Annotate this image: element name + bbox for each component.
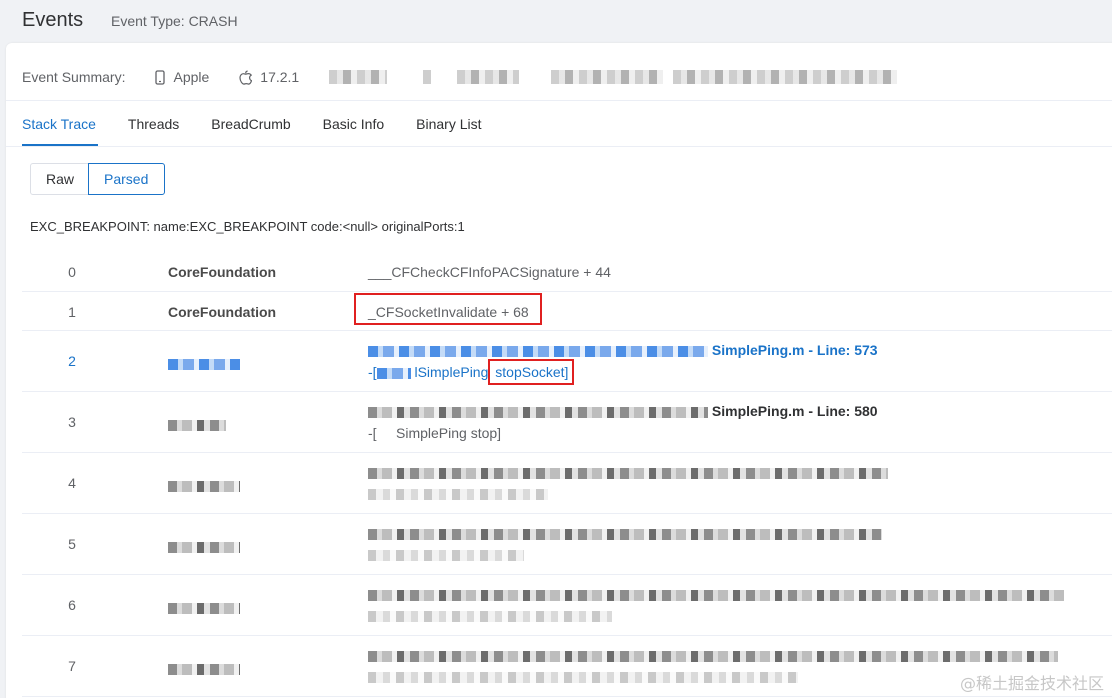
frame-library (168, 660, 240, 676)
view-toggle: Raw Parsed (30, 163, 165, 195)
table-row: 0 CoreFoundation ___CFCheckCFInfoPACSign… (22, 252, 1112, 292)
frame-library: CoreFoundation (168, 304, 277, 320)
device-info: Apple (155, 69, 209, 85)
frame-file-line[interactable]: SimplePing.m - Line: 573 (712, 342, 878, 358)
frame-library (168, 477, 240, 493)
frame-library: CoreFoundation (168, 264, 277, 280)
tab-divider (6, 146, 1112, 147)
frame-library (168, 416, 226, 432)
frame-symbol: ___CFCheckCFInfoPACSignature + 44 (368, 264, 611, 280)
device-name: Apple (173, 69, 210, 85)
exception-summary: EXC_BREAKPOINT: name:EXC_BREAKPOINT code… (30, 219, 465, 234)
frame-file-line: SimplePing.m - Line: 580 (711, 403, 878, 419)
frame-index: 5 (68, 536, 76, 552)
redacted-value (368, 549, 524, 561)
tab-basic-info[interactable]: Basic Info (323, 116, 384, 146)
highlight-box (488, 359, 574, 385)
table-row: 4 (22, 453, 1112, 514)
frame-method (368, 668, 798, 684)
method-class: lSimplePing (414, 364, 489, 380)
table-row: 5 (22, 514, 1112, 575)
phone-icon (155, 69, 166, 85)
stack-trace-table: 0 CoreFoundation ___CFCheckCFInfoPACSign… (22, 252, 1112, 697)
apple-icon (239, 69, 253, 85)
redacted-value (168, 480, 240, 492)
frame-symbol (368, 647, 1058, 663)
frame-symbol (368, 464, 888, 480)
redacted-value (168, 419, 226, 431)
table-row: 1 CoreFoundation _CFSocketInvalidate + 6… (22, 292, 1112, 331)
redacted-value (329, 70, 388, 84)
redacted-value (368, 671, 798, 683)
redacted-value (551, 70, 664, 84)
redacted-value (168, 602, 240, 614)
frame-symbol (368, 525, 882, 541)
redacted-value (368, 650, 1058, 662)
page-title: Events (22, 9, 84, 31)
frame-index: 6 (68, 597, 76, 613)
page-header: Events Event Type: CRASH (0, 0, 1112, 42)
watermark: @稀土掘金技术社区 (959, 674, 1104, 693)
event-detail-card: Event Summary: Apple 17.2.1 Stack Trace … (6, 43, 1112, 698)
frame-index: 0 (68, 264, 76, 280)
frame-method: -[ SimplePing stop] (368, 425, 502, 441)
redacted-value (368, 610, 612, 622)
os-version: 17.2.1 (260, 69, 300, 85)
method-prefix: -[ (368, 364, 377, 380)
frame-symbol (368, 586, 1064, 602)
event-summary: Event Summary: Apple 17.2.1 (22, 67, 898, 87)
tab-stack-trace[interactable]: Stack Trace (22, 116, 96, 146)
event-summary-label: Event Summary: (22, 69, 126, 85)
tab-bar: Stack Trace Threads BreadCrumb Basic Inf… (22, 116, 514, 146)
table-row: 6 (22, 575, 1112, 636)
frame-method (368, 485, 548, 501)
frame-index: 7 (68, 658, 76, 674)
table-row: 3 SimplePing.m - Line: 580 -[ SimplePing… (22, 392, 1112, 453)
frame-library (168, 355, 240, 371)
redacted-value (168, 663, 240, 675)
frame-library (168, 599, 240, 615)
redacted-value (368, 406, 708, 418)
tab-binary-list[interactable]: Binary List (416, 116, 481, 146)
tab-breadcrumb[interactable]: BreadCrumb (211, 116, 290, 146)
frame-symbol: SimplePing.m - Line: 580 (368, 403, 878, 419)
redacted-value (168, 358, 240, 370)
redacted-value (423, 70, 432, 84)
frame-index: 4 (68, 475, 76, 491)
redacted-value (376, 367, 411, 379)
redacted-value (368, 345, 708, 357)
redacted-value (368, 528, 882, 540)
raw-button[interactable]: Raw (30, 163, 89, 195)
frame-index: 1 (68, 304, 76, 320)
frame-method (368, 546, 524, 562)
frame-symbol[interactable]: SimplePing.m - Line: 573 (368, 342, 878, 358)
redacted-value (673, 70, 898, 84)
parsed-button[interactable]: Parsed (88, 163, 165, 195)
redacted-value (368, 467, 888, 479)
table-row[interactable]: 2 SimplePing.m - Line: 573 -[ lSimplePin… (22, 331, 1112, 392)
event-type-label: Event Type: CRASH (111, 13, 238, 29)
table-row: 7 (22, 636, 1112, 697)
redacted-value (457, 70, 520, 84)
frame-index[interactable]: 2 (22, 353, 122, 369)
os-info: 17.2.1 (239, 69, 299, 85)
highlight-box (354, 293, 542, 325)
summary-divider (6, 100, 1112, 101)
tab-threads[interactable]: Threads (128, 116, 179, 146)
frame-index: 3 (68, 414, 76, 430)
redacted-value (368, 589, 1064, 601)
redacted-value (368, 488, 548, 500)
redacted-value (168, 541, 240, 553)
frame-method (368, 607, 612, 623)
frame-library (168, 538, 240, 554)
